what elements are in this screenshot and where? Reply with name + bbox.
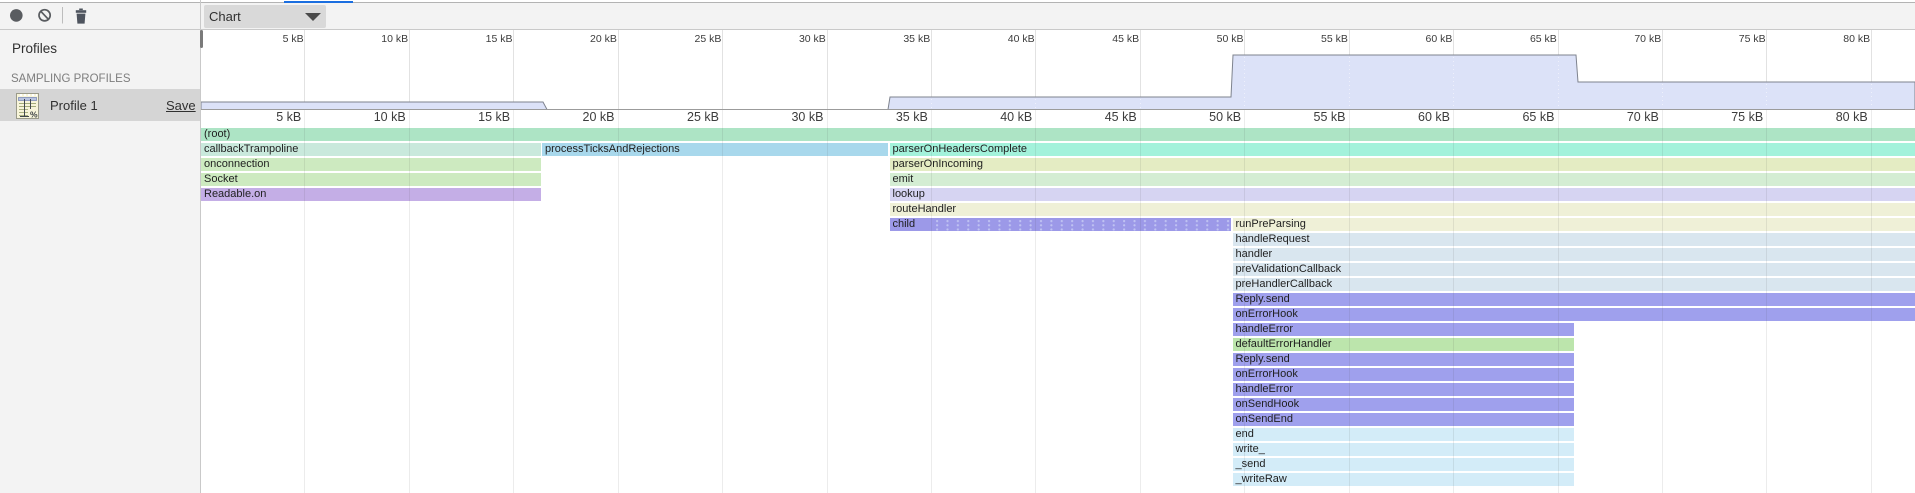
svg-text:%: % [30,109,38,119]
